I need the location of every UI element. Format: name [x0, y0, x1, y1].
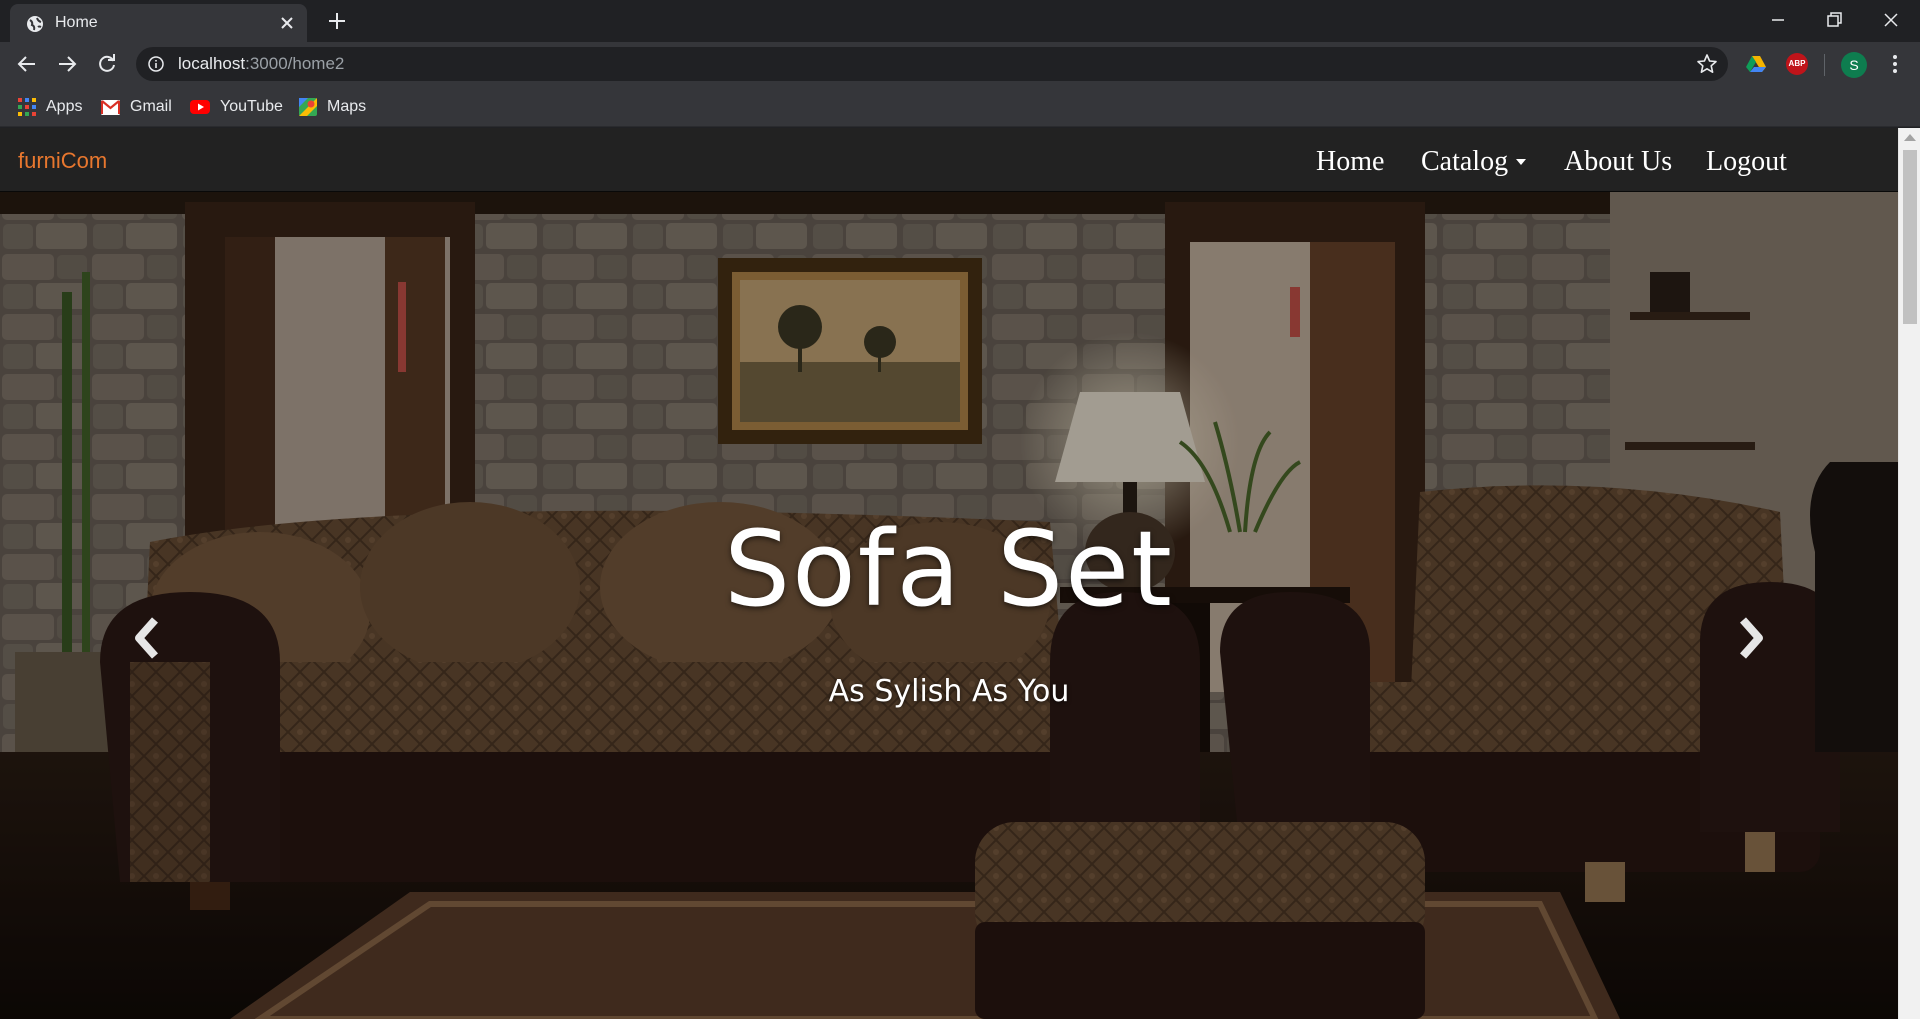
page-viewport: furniCom Home Catalog About Us Logout So… [0, 128, 1920, 1019]
web-page: furniCom Home Catalog About Us Logout So… [0, 128, 1898, 1019]
browser-tab[interactable]: Home [10, 4, 307, 42]
bookmark-star-icon[interactable] [1696, 53, 1718, 75]
reload-icon[interactable] [95, 52, 119, 76]
tab-title: Home [55, 14, 98, 31]
new-tab-icon[interactable] [326, 10, 348, 32]
toolbar-separator [1824, 54, 1825, 76]
url-text[interactable]: localhost:3000/home2 [178, 54, 344, 74]
bookmark-label: Maps [327, 98, 367, 115]
hero-carousel: Sofa Set As Sylish As You [0, 192, 1898, 1019]
nav-catalog-label: Catalog [1421, 146, 1509, 177]
gmail-icon [101, 99, 120, 115]
carousel-caption-subtitle: As Sylish As You [828, 674, 1070, 709]
scroll-up-icon[interactable] [1904, 134, 1916, 141]
adblock-plus-icon[interactable]: ABP [1786, 53, 1808, 75]
back-icon[interactable] [15, 52, 39, 76]
close-window-icon[interactable] [1879, 8, 1903, 32]
bookmark-apps[interactable]: Apps [18, 95, 82, 119]
browser-toolbar: localhost:3000/home2 ABP S [0, 42, 1920, 87]
nav-home[interactable]: Home [1316, 146, 1384, 178]
nav-logout[interactable]: Logout [1706, 146, 1787, 178]
browser-menu-icon[interactable] [1884, 53, 1906, 75]
url-host: localhost [178, 54, 246, 73]
nav-about-us[interactable]: About Us [1564, 146, 1672, 178]
nav-catalog-dropdown[interactable]: Catalog [1421, 146, 1527, 178]
url-path: :3000/home2 [245, 54, 345, 73]
bookmark-label: Gmail [130, 98, 172, 115]
bookmark-maps[interactable]: Maps [299, 95, 366, 119]
profile-avatar[interactable]: S [1841, 52, 1867, 78]
globe-icon [27, 16, 43, 32]
restore-icon[interactable] [1822, 8, 1846, 32]
minimize-icon[interactable] [1766, 8, 1790, 32]
site-navbar: furniCom Home Catalog About Us Logout [0, 128, 1898, 192]
drive-extension-icon[interactable] [1745, 53, 1767, 75]
maps-icon [299, 98, 317, 116]
scrollbar-thumb[interactable] [1903, 150, 1917, 324]
bookmark-label: YouTube [220, 98, 283, 115]
bookmark-gmail[interactable]: Gmail [101, 95, 172, 119]
brand-logo[interactable]: furniCom [18, 148, 107, 174]
apps-grid-icon [18, 98, 36, 116]
caret-down-icon [1516, 158, 1527, 165]
close-tab-icon[interactable] [278, 14, 296, 32]
forward-icon[interactable] [55, 52, 79, 76]
bookmark-youtube[interactable]: YouTube [190, 95, 283, 119]
browser-tabstrip: Home [0, 0, 1920, 42]
bookmarks-bar: Apps Gmail YouTube Maps [0, 87, 1920, 127]
youtube-icon [190, 100, 210, 114]
address-bar[interactable]: localhost:3000/home2 [136, 47, 1728, 81]
bookmark-label: Apps [46, 98, 83, 115]
carousel-caption-title: Sofa Set [724, 508, 1174, 630]
page-scrollbar[interactable] [1898, 128, 1920, 1019]
site-info-icon[interactable] [148, 56, 164, 72]
